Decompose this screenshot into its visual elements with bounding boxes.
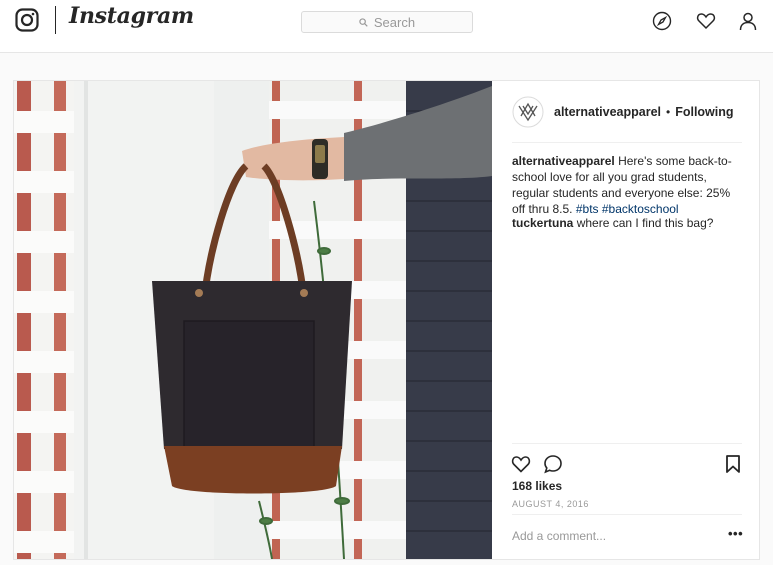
search-box[interactable]: Search: [301, 11, 473, 33]
post-caption: alternativeapparel Here's some back-to-s…: [512, 153, 744, 217]
post-date: AUGUST 4, 2016: [512, 499, 589, 509]
compass-icon[interactable]: [652, 11, 672, 31]
more-options-button[interactable]: •••: [728, 526, 743, 541]
follow-status-button[interactable]: Following: [675, 105, 733, 119]
post-card: alternativeapparel • Following alternati…: [13, 80, 760, 560]
heart-icon[interactable]: [696, 11, 716, 31]
avatar[interactable]: [512, 96, 544, 128]
post-sidebar: alternativeapparel • Following alternati…: [492, 81, 759, 559]
caption-username[interactable]: alternativeapparel: [512, 154, 615, 168]
profile-icon[interactable]: [738, 11, 758, 31]
hashtag-link[interactable]: #backtoschool: [602, 202, 679, 216]
separator-dot: •: [666, 104, 671, 119]
bookmark-icon[interactable]: [723, 454, 743, 474]
divider: [512, 443, 742, 444]
hashtag-link[interactable]: #bts: [576, 202, 599, 216]
post-photo[interactable]: [14, 81, 492, 559]
comment-username[interactable]: tuckertuna: [512, 216, 573, 230]
like-heart-icon[interactable]: [511, 454, 531, 474]
post-header: alternativeapparel • Following: [512, 95, 742, 143]
comment-text: where can I find this bag?: [576, 216, 714, 230]
top-nav-bar: Instagram Search: [0, 0, 773, 53]
instagram-wordmark[interactable]: Instagram: [69, 3, 194, 29]
search-placeholder: Search: [373, 14, 416, 30]
comment-item: tuckertuna where can I find this bag?: [512, 215, 744, 231]
add-comment-input[interactable]: Add a comment...: [512, 529, 606, 543]
instagram-logo-icon[interactable]: [15, 8, 39, 32]
logo-divider: [55, 6, 56, 34]
like-count[interactable]: 168 likes: [512, 479, 562, 493]
author-handle[interactable]: alternativeapparel: [554, 105, 661, 119]
comment-icon[interactable]: [543, 454, 563, 474]
divider: [512, 514, 742, 515]
search-icon: [359, 17, 368, 27]
